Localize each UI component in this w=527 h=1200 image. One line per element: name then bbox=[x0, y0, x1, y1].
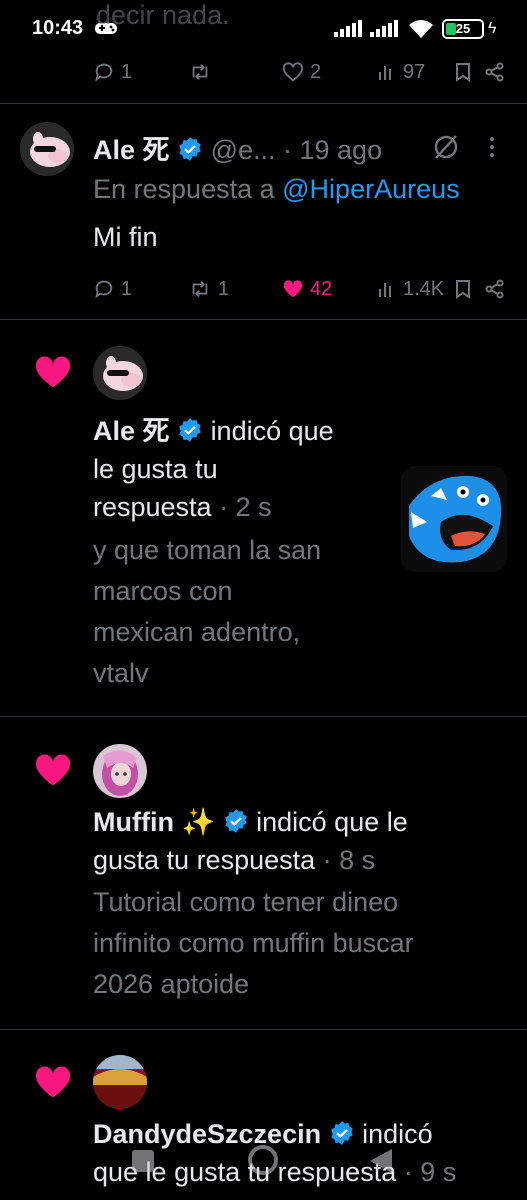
heart-outline-icon bbox=[282, 62, 304, 82]
views-button[interactable]: 1.4K bbox=[377, 274, 444, 304]
signal-icon-2 bbox=[370, 20, 398, 37]
retweet-icon bbox=[192, 64, 208, 80]
avatar[interactable] bbox=[93, 346, 147, 400]
muted-icon bbox=[434, 135, 458, 159]
verified-badge-icon bbox=[179, 137, 201, 161]
reply-icon bbox=[95, 280, 113, 299]
notification-text: Ale 死 indicó que le gusta tu respuesta ·… bbox=[93, 416, 334, 522]
reply-button[interactable]: 1 bbox=[93, 57, 132, 87]
views-button[interactable]: 97 bbox=[377, 57, 425, 87]
avatar[interactable] bbox=[93, 1055, 147, 1109]
clock: 10:43 bbox=[32, 17, 84, 39]
heart-filled-icon bbox=[35, 356, 71, 388]
notification-text: DandydeSzczecin indicó que le gusta tu r… bbox=[93, 1119, 457, 1187]
notification-text: Muffin ✨ indicó que le gusta tu respuest… bbox=[93, 807, 408, 875]
reply-context: En respuesta a @HiperAureus bbox=[93, 174, 460, 204]
verified-badge-icon bbox=[179, 418, 201, 442]
views-icon bbox=[379, 66, 391, 80]
reply-icon bbox=[95, 63, 113, 82]
notification-tweet-preview[interactable]: Tutorial como tener dineo infinito como … bbox=[93, 882, 414, 1005]
reply-handle-link[interactable]: @HiperAureus bbox=[282, 174, 459, 204]
retweet-icon bbox=[192, 281, 208, 297]
display-name[interactable]: Ale 死 bbox=[93, 416, 170, 446]
heart-filled-icon bbox=[35, 754, 71, 786]
views-icon bbox=[379, 283, 391, 297]
reply-button[interactable]: 1 bbox=[93, 274, 132, 304]
share-icon[interactable] bbox=[485, 279, 505, 299]
display-name[interactable]: Ale 死 bbox=[93, 135, 170, 165]
status-bar: 10:43 25 ϟ bbox=[0, 0, 527, 58]
signal-icon bbox=[334, 20, 362, 37]
divider bbox=[0, 1029, 527, 1030]
divider bbox=[0, 103, 527, 104]
charging-icon: ϟ bbox=[488, 20, 497, 37]
display-name[interactable]: Muffin ✨ bbox=[93, 807, 215, 837]
tweet-text: Mi fin bbox=[93, 222, 158, 252]
divider bbox=[0, 716, 527, 717]
avatar[interactable] bbox=[20, 122, 74, 176]
timestamp: · 19 ago bbox=[283, 135, 383, 165]
divider bbox=[0, 319, 527, 320]
more-options-icon[interactable] bbox=[486, 135, 498, 159]
heart-filled-icon bbox=[283, 280, 303, 298]
battery-icon: 25 bbox=[442, 19, 484, 39]
tweet-header: Ale 死 @e... · 19 ago bbox=[93, 128, 382, 167]
avatar[interactable] bbox=[93, 744, 147, 798]
media-thumbnail[interactable] bbox=[401, 466, 507, 572]
verified-badge-icon bbox=[224, 809, 247, 833]
display-name[interactable]: DandydeSzczecin bbox=[93, 1119, 321, 1149]
retweet-button[interactable]: 1 bbox=[188, 274, 229, 304]
prev-tweet-text: decir nada. bbox=[96, 0, 230, 30]
verified-badge-icon bbox=[330, 1121, 353, 1145]
bookmark-icon[interactable] bbox=[454, 62, 472, 82]
heart-filled-icon bbox=[35, 1066, 71, 1098]
retweet-button[interactable] bbox=[188, 57, 212, 87]
prev-tweet-actions: 1 2 97 bbox=[0, 57, 527, 87]
handle[interactable]: @e... bbox=[211, 135, 276, 165]
like-button[interactable]: 42 bbox=[282, 274, 332, 304]
notification-tweet-preview[interactable]: y que toman la san marcos con mexican ad… bbox=[93, 530, 321, 694]
bookmark-icon[interactable] bbox=[454, 279, 472, 299]
share-icon[interactable] bbox=[485, 62, 505, 82]
tweet-actions: 1 1 42 1.4K bbox=[0, 274, 527, 304]
like-button[interactable]: 2 bbox=[282, 57, 321, 87]
wifi-icon bbox=[409, 20, 433, 38]
